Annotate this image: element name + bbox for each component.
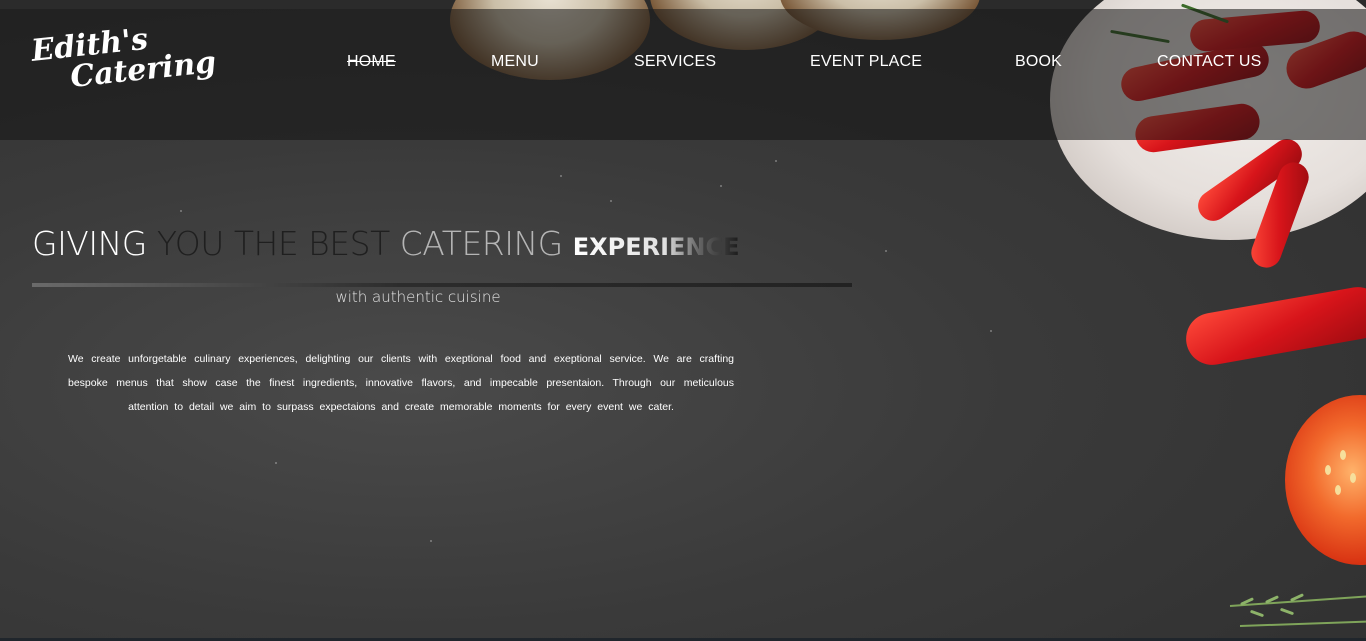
site-header: Edith's Catering HOME MENU SERVICES EVEN… [0,9,1366,140]
nav-item-event-place[interactable]: EVENT PLACE [810,53,922,71]
hero-title: GIVING YOU THE BEST CATERING EXPERIENCE [32,224,740,263]
rosemary-leaf [1249,609,1265,618]
chalk-speck [720,185,722,187]
hero-title-part-1: GIVING [32,224,147,263]
chili-pepper-image [1182,283,1366,369]
nav-item-home[interactable]: HOME [347,53,396,71]
chalk-speck [990,330,992,332]
hero-title-part-3: CATERING [399,224,563,263]
nav-item-contact-us[interactable]: CONTACT US [1157,53,1262,71]
chalk-speck [560,175,562,177]
chalk-speck [610,200,612,202]
tomato-seed [1335,485,1341,495]
chalk-speck [885,250,887,252]
hero-title-part-4: EXPERIENCE [572,233,740,261]
tomato-seed [1340,450,1346,460]
tomato-image [1285,395,1366,565]
main-nav: HOME MENU SERVICES EVENT PLACE BOOK CONT… [0,53,1366,75]
chalk-speck [775,160,777,162]
chalk-speck [275,462,277,464]
chalk-speck [180,210,182,212]
tomato-seed [1350,473,1356,483]
hero-title-part-2: YOU THE BEST [156,224,390,263]
nav-item-book[interactable]: BOOK [1015,53,1062,71]
page: Edith's Catering HOME MENU SERVICES EVEN… [0,0,1366,641]
hero-subtitle: with authentic cuisine [335,288,501,306]
rosemary-image [1239,620,1366,627]
hero-description: We create unforgetable culinary experien… [68,353,734,413]
nav-item-menu[interactable]: MENU [491,53,539,71]
hero-divider [32,283,852,287]
chalk-speck [430,540,432,542]
rosemary-leaf [1279,607,1295,616]
tomato-seed [1325,465,1331,475]
nav-item-services[interactable]: SERVICES [634,53,716,71]
